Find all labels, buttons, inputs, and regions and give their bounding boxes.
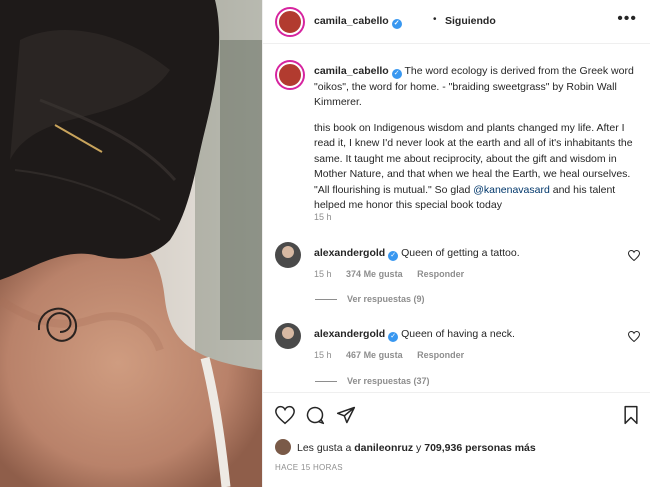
likes-count[interactable]: 709,936 personas más (424, 442, 536, 454)
bookmark-icon[interactable] (621, 405, 641, 425)
likes-summary: Les gusta a danileonruz y 709,936 person… (275, 439, 536, 455)
caption-username[interactable]: camila_cabello (314, 65, 389, 77)
share-icon[interactable] (336, 405, 356, 425)
commenter-avatar[interactable] (275, 242, 301, 268)
author-avatar-image (277, 9, 303, 35)
verified-badge-icon: ✓ (391, 69, 402, 79)
commenter-username[interactable]: alexandergold (314, 247, 385, 259)
author-avatar[interactable] (275, 7, 305, 37)
verified-badge-icon: ✓ (391, 19, 402, 29)
mention-link[interactable]: @kanenavasard (473, 184, 550, 196)
more-options-icon[interactable]: ••• (617, 10, 637, 28)
caption-paragraph-2: this book on Indigenous wisdom and plant… (314, 121, 644, 214)
replies-dash (315, 381, 337, 383)
caption-timestamp[interactable]: 15 h (314, 212, 332, 222)
following-button[interactable]: Siguiendo (445, 15, 496, 27)
heart-icon[interactable] (275, 405, 295, 425)
post-photo[interactable] (0, 0, 262, 487)
caption-author-avatar[interactable] (275, 60, 305, 90)
author-username-text[interactable]: camila_cabello (314, 15, 389, 27)
comment-item: alexandergold ✓ Queen of having a neck. 1… (275, 323, 640, 360)
comment-time[interactable]: 15 h (314, 269, 332, 279)
instagram-post-window: camila_cabello ✓ • Siguiendo ••• camila_c… (0, 0, 650, 487)
comment-text: Queen of having a neck. (401, 328, 515, 340)
view-replies-button[interactable]: Ver respuestas (9) (315, 294, 425, 304)
reply-button[interactable]: Responder (417, 350, 464, 360)
post-caption: camila_cabello ✓ The word ecology is deri… (314, 64, 644, 224)
liker-avatar[interactable] (275, 439, 291, 455)
comment-meta: 15 h 467 Me gusta Responder (314, 350, 476, 360)
liker-username[interactable]: danileonruz (354, 442, 413, 454)
post-actions-section: Les gusta a danileonruz y 709,936 person… (263, 392, 650, 487)
caption-author-avatar-image (277, 62, 303, 88)
likes-middle: y (413, 442, 425, 454)
likes-prefix: Les gusta a (297, 442, 355, 454)
comment-meta: 15 h 374 Me gusta Responder (314, 269, 476, 279)
post-side-panel: camila_cabello ✓ • Siguiendo ••• camila_c… (262, 0, 650, 487)
caption-paragraph-1: camila_cabello ✓ The word ecology is deri… (314, 64, 644, 111)
comment-time[interactable]: 15 h (314, 350, 332, 360)
comment-text: Queen of getting a tattoo. (401, 247, 520, 259)
comment-likes[interactable]: 374 Me gusta (346, 269, 403, 279)
reply-button[interactable]: Responder (417, 269, 464, 279)
verified-badge-icon: ✓ (388, 332, 399, 342)
comment-line: alexandergold ✓ Queen of getting a tattoo… (314, 247, 520, 261)
author-username[interactable]: camila_cabello ✓ (314, 15, 402, 29)
commenter-avatar[interactable] (275, 323, 301, 349)
comment-heart-icon[interactable] (628, 250, 640, 261)
comment-icon[interactable] (305, 405, 325, 425)
view-replies-text[interactable]: Ver respuestas (9) (347, 294, 425, 304)
comment-heart-icon[interactable] (628, 331, 640, 342)
commenter-username[interactable]: alexandergold (314, 328, 385, 340)
verified-badge-icon: ✓ (388, 251, 399, 261)
separator-dot: • (433, 14, 437, 25)
comment-likes[interactable]: 467 Me gusta (346, 350, 403, 360)
comment-line: alexandergold ✓ Queen of having a neck. (314, 328, 515, 342)
comment-item: alexandergold ✓ Queen of getting a tattoo… (275, 242, 640, 279)
post-date[interactable]: HACE 15 HORAS (275, 463, 343, 472)
view-replies-text[interactable]: Ver respuestas (37) (347, 376, 430, 386)
tattoo-photo-image (0, 0, 262, 487)
post-header: camila_cabello ✓ • Siguiendo ••• (263, 0, 650, 44)
view-replies-button[interactable]: Ver respuestas (37) (315, 376, 430, 386)
replies-dash (315, 299, 337, 301)
